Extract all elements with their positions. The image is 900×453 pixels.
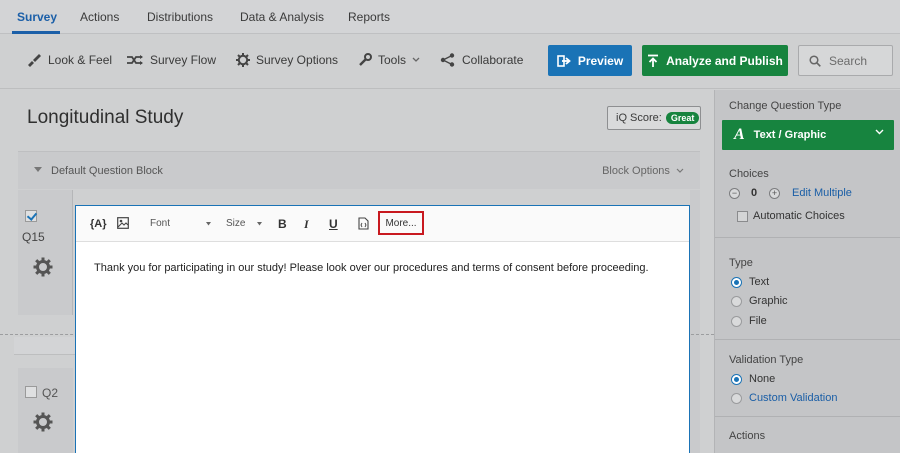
- panel-divider: [715, 339, 900, 340]
- question-id-label: Q15: [22, 230, 45, 244]
- question-settings-panel: Change Question Type A Text / Graphic Ch…: [714, 90, 900, 453]
- analyze-publish-button[interactable]: Analyze and Publish: [642, 45, 788, 76]
- gear-icon: [236, 53, 250, 67]
- survey-title[interactable]: Longitudinal Study: [27, 107, 183, 129]
- preview-icon: [557, 54, 571, 67]
- share-icon: [440, 53, 455, 67]
- panel-divider: [715, 416, 900, 417]
- gear-icon[interactable]: [33, 257, 53, 277]
- survey-options-button[interactable]: Survey Options: [236, 53, 338, 67]
- type-text-label: Text: [749, 276, 770, 288]
- publish-icon: [648, 54, 659, 67]
- question-id-label: Q2: [42, 386, 59, 400]
- type-title: Type: [729, 257, 753, 269]
- question-select-checkbox[interactable]: [25, 210, 37, 222]
- more-options-button[interactable]: More...: [378, 211, 424, 235]
- decrease-choices-button[interactable]: −: [729, 188, 740, 199]
- tab-distributions[interactable]: Distributions: [147, 10, 213, 24]
- choices-count: 0: [751, 187, 758, 199]
- editor-toolbar: {A} Font Size B I U More...: [76, 206, 689, 242]
- look-feel-label: Look & Feel: [48, 53, 113, 67]
- survey-options-label: Survey Options: [256, 53, 339, 67]
- block-name[interactable]: Default Question Block: [51, 165, 163, 177]
- analyze-publish-label: Analyze and Publish: [666, 53, 783, 68]
- look-feel-button[interactable]: Look & Feel: [26, 53, 112, 67]
- chevron-down-icon: [412, 57, 420, 62]
- collaborate-button[interactable]: Collaborate: [440, 53, 523, 67]
- type-file-radio[interactable]: [731, 316, 742, 327]
- validation-custom-radio[interactable]: [731, 393, 742, 404]
- type-graphic-label: Graphic: [749, 295, 788, 307]
- insert-image-icon[interactable]: [117, 217, 129, 229]
- question-type-dropdown[interactable]: A Text / Graphic: [722, 120, 894, 150]
- tab-data-analysis[interactable]: Data & Analysis: [240, 10, 324, 24]
- search-placeholder: Search: [829, 53, 868, 68]
- flow-arrows-icon: [127, 55, 143, 65]
- change-question-type-title: Change Question Type: [729, 100, 842, 112]
- tab-actions[interactable]: Actions: [80, 10, 119, 24]
- edit-multiple-link[interactable]: Edit Multiple: [792, 187, 852, 199]
- tools-label: Tools: [378, 53, 407, 67]
- font-select[interactable]: Font: [150, 218, 170, 229]
- tools-dropdown[interactable]: Tools: [358, 53, 420, 67]
- type-graphic-radio[interactable]: [731, 296, 742, 307]
- top-navigation: Survey Actions Distributions Data & Anal…: [0, 0, 900, 34]
- validation-type-title: Validation Type: [729, 354, 804, 366]
- survey-toolbar: Look & Feel Survey Flow Survey Options T…: [0, 34, 900, 89]
- collapse-caret-icon[interactable]: [34, 167, 42, 172]
- paintbrush-icon: [28, 54, 41, 67]
- custom-validation-link[interactable]: Custom Validation: [749, 392, 837, 404]
- collaborate-label: Collaborate: [462, 53, 524, 67]
- bold-button[interactable]: B: [278, 217, 287, 231]
- question-block-header: Default Question Block Block Options: [18, 151, 700, 189]
- question-type-label: Text / Graphic: [753, 129, 827, 141]
- question-q2-sidebar: Q2: [18, 368, 73, 453]
- block-options-label: Block Options: [602, 165, 670, 177]
- source-code-icon[interactable]: [358, 217, 369, 230]
- question-text-body[interactable]: Thank you for participating in our study…: [94, 262, 649, 274]
- gear-icon[interactable]: [33, 412, 53, 432]
- preview-label: Preview: [577, 53, 624, 68]
- rich-text-editor[interactable]: {A} Font Size B I U More... Thank you fo…: [75, 205, 690, 453]
- underline-button[interactable]: U: [329, 217, 338, 231]
- search-icon: [809, 54, 821, 67]
- choices-title: Choices: [729, 168, 769, 180]
- validation-none-radio[interactable]: [731, 374, 742, 385]
- size-dropdown-caret-icon: [257, 222, 262, 226]
- preview-button[interactable]: Preview: [548, 45, 632, 76]
- question-q15-sidebar: Q15: [18, 190, 73, 315]
- iq-score-indicator[interactable]: iQ Score: Great: [607, 106, 701, 130]
- automatic-choices-label: Automatic Choices: [753, 210, 845, 222]
- tab-reports[interactable]: Reports: [348, 10, 390, 24]
- font-dropdown-caret-icon: [206, 222, 211, 226]
- panel-divider: [715, 237, 900, 238]
- text-graphic-type-icon: A: [734, 126, 745, 143]
- more-options-label: More...: [385, 217, 417, 229]
- wrench-icon: [359, 53, 372, 66]
- increase-choices-button[interactable]: +: [769, 188, 780, 199]
- question-frame-edge: [690, 190, 700, 453]
- chevron-down-icon: [676, 168, 684, 173]
- piped-text-button[interactable]: {A}: [90, 218, 107, 230]
- search-input[interactable]: Search: [798, 45, 893, 76]
- size-select[interactable]: Size: [226, 218, 245, 229]
- iq-score-badge: Great: [665, 112, 700, 124]
- chevron-down-icon: [875, 129, 884, 135]
- automatic-choices-checkbox[interactable]: [737, 211, 748, 222]
- type-text-radio[interactable]: [731, 277, 742, 288]
- iq-score-label: iQ Score:: [616, 112, 662, 124]
- tab-survey[interactable]: Survey: [17, 10, 57, 24]
- question-select-checkbox[interactable]: [25, 386, 37, 398]
- block-spacer: [14, 337, 78, 355]
- type-file-label: File: [749, 315, 767, 327]
- italic-button[interactable]: I: [304, 217, 309, 232]
- survey-flow-label: Survey Flow: [150, 53, 217, 67]
- validation-none-label: None: [749, 373, 776, 385]
- survey-flow-button[interactable]: Survey Flow: [126, 53, 216, 67]
- actions-title: Actions: [729, 430, 766, 442]
- block-options-dropdown[interactable]: Block Options: [602, 165, 684, 177]
